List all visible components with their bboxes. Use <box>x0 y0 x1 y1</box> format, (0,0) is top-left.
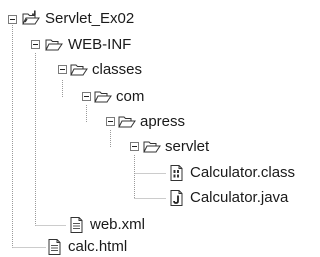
collapse-toggle[interactable] <box>58 65 67 74</box>
tree-node-apress[interactable]: apress <box>0 112 200 132</box>
collapse-toggle[interactable] <box>31 40 40 49</box>
tree-node-label: Calculator.java <box>190 189 289 206</box>
tree-node-label: com <box>116 88 145 105</box>
tree-node-com[interactable]: com <box>0 87 160 107</box>
open-folder-icon <box>45 37 63 53</box>
java-file-icon <box>168 190 186 206</box>
tree-node-web-xml[interactable]: web.xml <box>0 215 200 235</box>
collapse-toggle[interactable] <box>130 142 139 151</box>
tree-node-servlet[interactable]: servlet <box>0 137 230 157</box>
project-folder-icon <box>22 10 40 26</box>
open-folder-icon <box>118 114 136 130</box>
open-folder-icon <box>94 89 112 105</box>
tree-node-calculator-java[interactable]: Calculator.java <box>0 188 318 208</box>
tree-node-calculator-class[interactable]: Calculator.class <box>0 163 318 183</box>
tree-node-label: apress <box>140 113 186 130</box>
tree-node-label: calc.html <box>68 238 128 255</box>
tree-node-label: Servlet_Ex02 <box>45 10 135 27</box>
collapse-toggle[interactable] <box>82 92 91 101</box>
open-folder-icon <box>143 139 161 155</box>
tree-node-label: classes <box>92 61 143 78</box>
tree-node-label: Calculator.class <box>190 164 296 181</box>
open-folder-icon <box>70 62 88 78</box>
tree-node-label: web.xml <box>90 216 146 233</box>
class-file-icon <box>168 165 186 181</box>
tree-node-calc-html[interactable]: calc.html <box>0 237 200 257</box>
collapse-toggle[interactable] <box>8 15 17 24</box>
text-file-icon <box>46 239 64 255</box>
collapse-toggle[interactable] <box>106 117 115 126</box>
tree-node-servlet-ex02[interactable]: Servlet_Ex02 <box>0 9 180 29</box>
project-file-tree: Servlet_Ex02 WEB-INF classes com apress … <box>0 0 320 255</box>
tree-node-classes[interactable]: classes <box>0 60 160 80</box>
tree-node-label: servlet <box>165 138 210 155</box>
tree-node-web-inf[interactable]: WEB-INF <box>0 35 160 55</box>
text-file-icon <box>68 217 86 233</box>
tree-node-label: WEB-INF <box>68 36 132 53</box>
